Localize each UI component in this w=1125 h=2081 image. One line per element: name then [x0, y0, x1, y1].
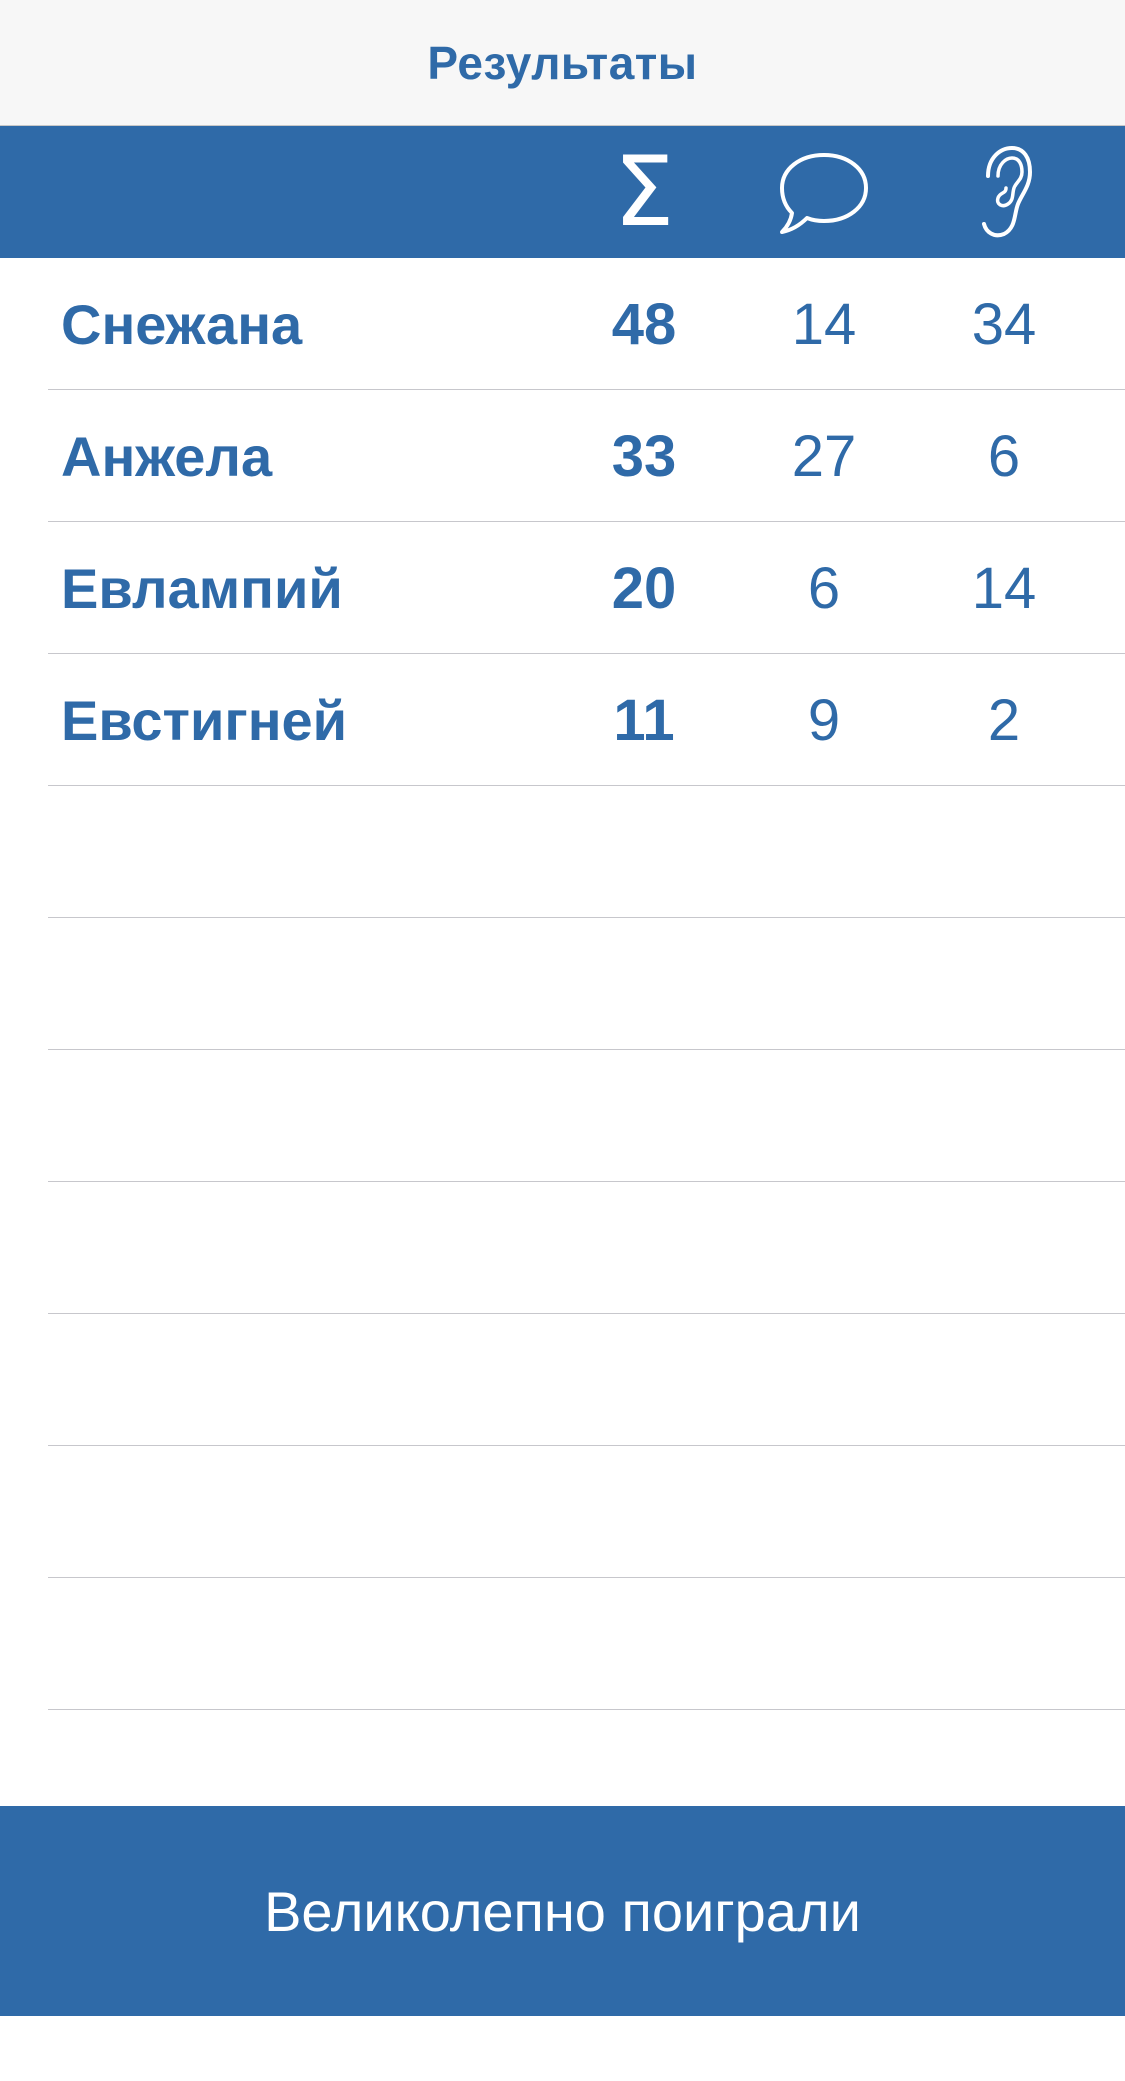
table-row: Евлампий 20 6 14 — [48, 522, 1125, 654]
speak-score: 14 — [791, 291, 857, 357]
finish-game-button[interactable]: Великолепно поиграли — [0, 1806, 1125, 2016]
table-row: Евстигней 11 9 2 — [48, 654, 1125, 786]
total-score: 33 — [611, 423, 677, 489]
speak-score: 27 — [791, 423, 857, 489]
table-row-empty — [48, 1182, 1125, 1314]
total-score: 11 — [613, 687, 675, 753]
table-row: Снежана 48 14 34 — [48, 258, 1125, 390]
speak-score: 9 — [807, 687, 841, 753]
total-score: 48 — [611, 291, 677, 357]
ear-icon — [982, 145, 1033, 238]
player-name: Евлампий — [61, 556, 343, 620]
speech-bubble-icon — [780, 153, 868, 234]
total-column-header: Σ — [564, 126, 724, 258]
table-row-empty — [48, 918, 1125, 1050]
table-row: Анжела 33 27 6 — [48, 390, 1125, 522]
table-row-empty — [48, 1314, 1125, 1446]
navigation-bar: Результаты — [0, 0, 1125, 126]
player-name: Евстигней — [61, 688, 348, 752]
speak-column-header — [744, 126, 904, 258]
listen-score: 2 — [987, 687, 1021, 753]
table-row-empty — [48, 1446, 1125, 1578]
speak-score: 6 — [807, 555, 841, 621]
page-title: Результаты — [427, 36, 698, 89]
listen-score: 6 — [987, 423, 1021, 489]
table-row-empty — [48, 1050, 1125, 1182]
listen-score: 14 — [971, 555, 1037, 621]
player-name: Анжела — [61, 424, 273, 488]
listen-score: 34 — [971, 291, 1037, 357]
sigma-icon: Σ — [613, 136, 675, 248]
total-score: 20 — [611, 555, 677, 621]
listen-column-header — [924, 126, 1084, 258]
results-table: Снежана 48 14 34 Анжела 33 27 6 Евлампий… — [48, 258, 1125, 1710]
table-row-empty — [48, 786, 1125, 918]
results-header: Σ — [0, 126, 1125, 258]
player-name: Снежана — [61, 292, 303, 356]
table-row-empty — [48, 1578, 1125, 1710]
